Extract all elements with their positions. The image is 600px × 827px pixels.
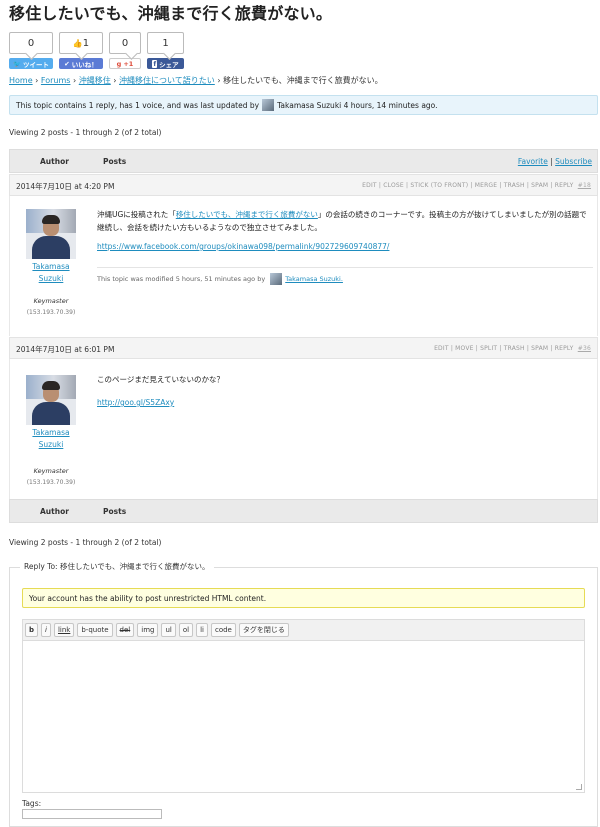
posts-column-footer: Posts [103, 507, 127, 516]
user-avatar-icon [270, 273, 283, 285]
post-admin-links[interactable]: EDIT | MOVE | SPLIT | TRASH | SPAM | REP… [434, 345, 591, 352]
fbshare-count: 1 [147, 32, 184, 54]
topic-info-notice: This topic contains 1 reply, has 1 voice… [9, 95, 598, 115]
post-body-18: Takamasa Suzuki Keymaster (153.193.70.39… [9, 196, 598, 336]
post-author: Takamasa Suzuki Keymaster (153.193.70.39… [10, 196, 92, 316]
post-admin-links[interactable]: EDIT | CLOSE | STICK (TO FRONT) | MERGE … [362, 182, 591, 189]
gplus-button[interactable]: g +1 [109, 58, 141, 69]
breadcrumb-forum-talk[interactable]: 沖縄移住について語りたい [119, 76, 215, 85]
tags-label: Tags: [22, 799, 42, 808]
twitter-bird-icon: 🐦 [12, 59, 22, 68]
author-name-link: Takamasa [32, 262, 70, 271]
check-icon: ✔ [64, 59, 70, 68]
breadcrumb-home[interactable]: Home [9, 76, 33, 85]
facebook-share-widget[interactable]: 1 f シェア [147, 32, 184, 69]
del-button[interactable]: del [115, 623, 135, 637]
author-name-link: Takamasa [32, 428, 70, 437]
user-avatar-icon [262, 99, 275, 111]
author-column-header: Author [40, 157, 69, 166]
reply-form-legend: Reply To: 移住したいでも、沖縄まで行く旅費がない。 [20, 561, 214, 572]
posts-table-footer: Author Posts [9, 499, 598, 523]
editor-quicktags-toolbar: b i link b-quote del img ul ol li code タ… [22, 619, 585, 641]
italic-button[interactable]: i [41, 623, 51, 637]
close-tags-button[interactable]: タグを閉じる [238, 623, 289, 637]
short-url-link[interactable]: http://goo.gl/S5ZAxy [97, 398, 174, 407]
post-meta-18: 2014年7月10日 at 4:20 PM EDIT | CLOSE | STI… [9, 174, 598, 196]
gplus-icon: g [116, 59, 122, 68]
post-body-36: Takamasa Suzuki Keymaster (153.193.70.39… [9, 359, 598, 499]
blockquote-button[interactable]: b-quote [77, 623, 113, 637]
author-ip: (153.193.70.39) [26, 479, 76, 486]
page-title: 移住したいでも、沖縄まで行く旅費がない。 [9, 4, 333, 23]
post-date: 2014年7月10日 at 6:01 PM [16, 345, 115, 354]
like-widget[interactable]: 👍 1 ✔ いいね！ [59, 32, 103, 69]
tweet-count: 0 [9, 32, 53, 54]
modified-by-link[interactable]: Takamasa Suzuki. [285, 275, 343, 283]
reply-textarea[interactable] [22, 641, 585, 793]
avatar[interactable] [26, 209, 76, 259]
like-count: 👍 1 [59, 32, 103, 54]
author-ip: (153.193.70.39) [26, 309, 76, 316]
code-button[interactable]: code [210, 623, 236, 637]
facebook-share-button[interactable]: f シェア [147, 58, 184, 69]
posts-table-header: Author Posts Favorite | Subscribe [9, 149, 598, 173]
thumbs-up-icon: 👍 [72, 38, 83, 48]
author-name-link: Suzuki [38, 274, 64, 283]
post-author: Takamasa Suzuki Keymaster (153.193.70.39… [10, 359, 92, 486]
posts-column-header: Posts [103, 157, 127, 166]
pagination-count-top: Viewing 2 posts - 1 through 2 (of 2 tota… [9, 128, 162, 137]
last-updated-user: Takamasa Suzuki [277, 100, 342, 110]
img-button[interactable]: img [137, 623, 159, 637]
ol-button[interactable]: ol [178, 623, 194, 637]
facebook-post-link[interactable]: https://www.facebook.com/groups/okinawa0… [97, 242, 389, 251]
author-name-link: Suzuki [38, 440, 64, 449]
post-modified-note: This topic was modified 5 hours, 51 minu… [97, 267, 593, 285]
favorite-link[interactable]: Favorite [518, 157, 548, 166]
link-button[interactable]: link [53, 623, 75, 637]
ul-button[interactable]: ul [161, 623, 176, 637]
post-permalink[interactable]: #18 [578, 182, 591, 189]
breadcrumb-okinawa-iju[interactable]: 沖縄移住 [79, 76, 111, 85]
avatar[interactable] [26, 375, 76, 425]
li-button[interactable]: li [196, 623, 208, 637]
subscribe-link[interactable]: Subscribe [555, 157, 592, 166]
author-column-footer: Author [40, 507, 69, 516]
tags-input[interactable] [22, 809, 162, 819]
post-content: このページまだ見えていないのかな？ http://goo.gl/S5ZAxy [97, 375, 224, 407]
post-permalink[interactable]: #36 [578, 345, 591, 352]
author-role: Keymaster [33, 467, 69, 475]
breadcrumb: Home › Forums › 沖縄移住 › 沖縄移住について語りたい › 移住… [9, 76, 383, 85]
topic-link[interactable]: 移住したいでも、沖縄まで行く旅費がない [176, 210, 318, 219]
breadcrumb-current: 移住したいでも、沖縄まで行く旅費がない。 [223, 76, 383, 85]
author-role: Keymaster [33, 297, 69, 305]
html-allowed-notice: Your account has the ability to post unr… [22, 588, 585, 608]
bold-button[interactable]: b [25, 623, 39, 637]
resize-handle-icon[interactable] [576, 784, 582, 790]
gplus-widget[interactable]: 0 g +1 [109, 32, 141, 69]
post-meta-36: 2014年7月10日 at 6:01 PM EDIT | MOVE | SPLI… [9, 337, 598, 359]
facebook-icon: f [152, 59, 158, 68]
post-content: 沖縄UGに投稿された「移住したいでも、沖縄まで行く旅費がない」の会話の続きのコー… [97, 210, 587, 251]
breadcrumb-forums[interactable]: Forums [41, 76, 71, 85]
post-date: 2014年7月10日 at 4:20 PM [16, 182, 115, 191]
tweet-widget[interactable]: 0 🐦 ツイート [9, 32, 53, 69]
gplus-count: 0 [109, 32, 141, 54]
pagination-count-bottom: Viewing 2 posts - 1 through 2 (of 2 tota… [9, 538, 162, 547]
